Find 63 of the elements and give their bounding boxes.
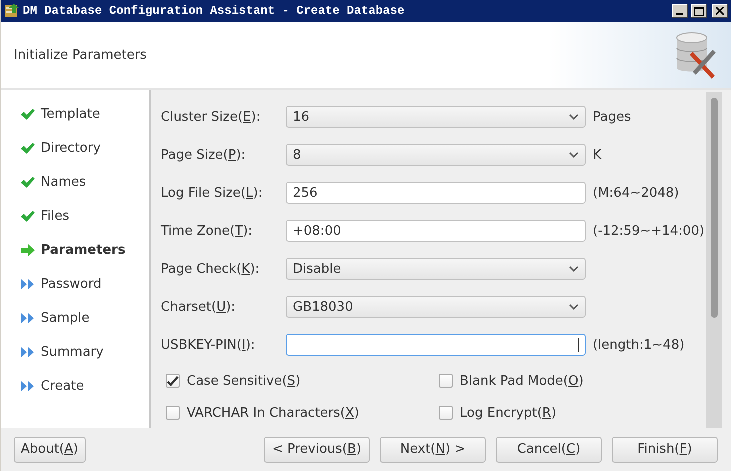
checkmark-icon: [20, 210, 35, 222]
step-item: Directory: [41, 140, 101, 156]
double-arrow-icon: [20, 380, 35, 392]
dropdown[interactable]: 8: [286, 144, 586, 166]
checkbox[interactable]: [166, 374, 180, 388]
step-item: Template: [41, 106, 100, 122]
maximize-icon: [694, 6, 704, 16]
window-title: DM Database Configuration Assistant - Create Database: [23, 4, 406, 18]
step-item: Names: [41, 174, 86, 190]
page-heading: Initialize Parameters: [14, 48, 148, 62]
checkbox[interactable]: [439, 406, 453, 420]
unit-label: (-12:59~+14:00): [593, 224, 705, 238]
unit-label: (length:1~48): [593, 338, 685, 352]
checkmark-icon: [20, 142, 35, 154]
step-item: Create: [41, 378, 84, 394]
checkbox-label: VARCHAR In Characters(X): [187, 406, 360, 420]
field-label: Cluster Size(E):: [161, 110, 262, 124]
chevron-down-icon: [569, 114, 579, 120]
step-item: Summary: [41, 344, 104, 360]
maximize-button[interactable]: [691, 4, 707, 18]
field-label: Charset(U):: [161, 300, 237, 314]
dropdown[interactable]: Disable: [286, 258, 586, 280]
step-item: Password: [41, 276, 102, 292]
dialog-button[interactable]: Cancel(C): [496, 436, 602, 462]
chevron-down-icon: [569, 152, 579, 158]
step-item: Files: [41, 208, 70, 224]
unit-label: Pages: [593, 110, 632, 124]
checkmark-icon: [20, 176, 35, 188]
close-button[interactable]: [712, 4, 728, 18]
unit-label: K: [593, 148, 602, 162]
chevron-down-icon: [569, 304, 579, 310]
dropdown[interactable]: 16: [286, 106, 586, 128]
arrow-icon: [20, 244, 35, 256]
field-label: Time Zone(T):: [161, 224, 254, 238]
field-label: USBKEY-PIN(I):: [161, 338, 256, 352]
double-arrow-icon: [20, 312, 35, 324]
step-item: Sample: [41, 310, 90, 326]
field-label: Log File Size(L):: [161, 186, 264, 200]
chevron-down-icon: [569, 266, 579, 272]
app-icon: [4, 3, 20, 19]
checkmark-icon: [20, 108, 35, 120]
input-field[interactable]: 256: [286, 182, 586, 204]
dialog-button[interactable]: Finish(F): [612, 436, 718, 462]
dropdown[interactable]: GB18030: [286, 296, 586, 318]
dialog-button[interactable]: < Previous(B): [264, 436, 370, 462]
field-label: Page Size(P):: [161, 148, 247, 162]
checkbox-label: Log Encrypt(R): [460, 406, 557, 420]
minimize-button[interactable]: [672, 4, 688, 18]
checkbox[interactable]: [166, 406, 180, 420]
input-field[interactable]: [286, 334, 586, 356]
scrollbar[interactable]: [706, 92, 722, 428]
checkbox-label: Blank Pad Mode(O): [460, 374, 584, 388]
step-item: Parameters: [41, 242, 126, 258]
dialog-button[interactable]: Next(N) >: [380, 436, 486, 462]
double-arrow-icon: [20, 278, 35, 290]
checkbox-label: Case Sensitive(S): [187, 374, 301, 388]
dialog-button[interactable]: About(A): [14, 436, 86, 462]
close-icon: [716, 7, 724, 15]
checkbox[interactable]: [439, 374, 453, 388]
input-field[interactable]: +08:00: [286, 220, 586, 242]
double-arrow-icon: [20, 346, 35, 358]
field-label: Page Check(K):: [161, 262, 261, 276]
unit-label: (M:64~2048): [593, 186, 680, 200]
